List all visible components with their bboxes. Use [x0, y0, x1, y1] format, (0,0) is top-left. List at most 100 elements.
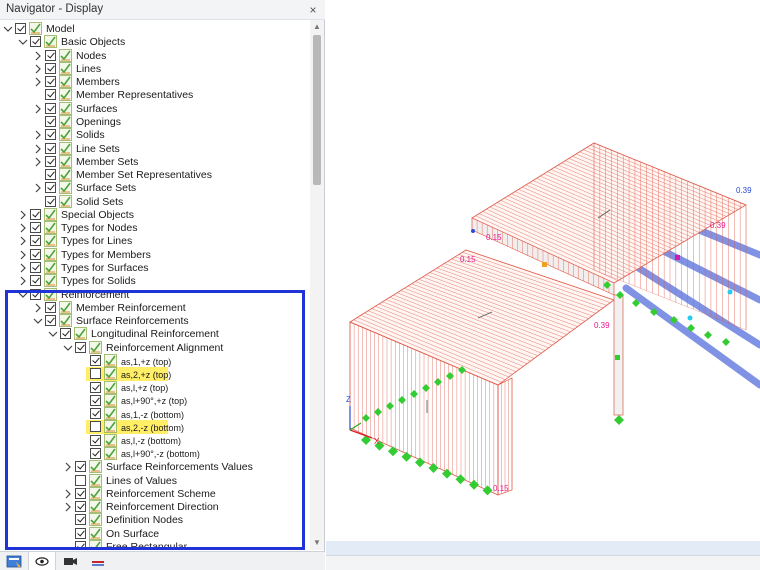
tree-item-definition-nodes[interactable]: Definition Nodes — [0, 513, 310, 527]
chevron-down-icon[interactable] — [63, 343, 73, 353]
checkbox[interactable] — [30, 235, 41, 247]
chevron-down-icon[interactable] — [18, 37, 28, 47]
tree-item-lines-of-values[interactable]: Lines of Values — [0, 473, 310, 488]
chevron-down-icon[interactable] — [33, 316, 43, 326]
tree-item-reinforcement-direction[interactable]: Reinforcement Direction — [0, 500, 310, 514]
tree-item-as-2-z-bottom[interactable]: as,2,-z (bottom) — [0, 420, 310, 435]
checkbox[interactable] — [45, 62, 56, 74]
chevron-right-icon[interactable] — [33, 51, 43, 61]
tree-item-line-sets[interactable]: Line Sets — [0, 141, 310, 156]
model-3d-view[interactable]: 0.39 0.15 0.39 0.15 0.39 0.15 Z X — [326, 0, 760, 570]
tree-item-as-2-z-top[interactable]: as,2,+z (top) — [0, 367, 310, 382]
checkbox[interactable] — [45, 115, 56, 127]
checkbox[interactable] — [75, 474, 86, 486]
checkbox[interactable] — [90, 381, 101, 393]
tab-data[interactable] — [0, 552, 28, 570]
checkbox[interactable] — [30, 275, 41, 287]
chevron-right-icon[interactable] — [18, 263, 28, 273]
tree-item-surfaces[interactable]: Surfaces — [0, 101, 310, 116]
tree-item-basic-objects[interactable]: Basic Objects — [0, 35, 310, 49]
checkbox[interactable] — [30, 262, 41, 274]
checkbox[interactable] — [90, 355, 101, 366]
tree-item-reinforcement-alignment[interactable]: Reinforcement Alignment — [0, 340, 310, 355]
checkbox[interactable] — [90, 368, 101, 380]
chevron-right-icon[interactable] — [33, 144, 43, 154]
chevron-right-icon[interactable] — [33, 104, 43, 114]
checkbox[interactable] — [30, 36, 41, 48]
chevron-right-icon[interactable] — [63, 502, 73, 512]
scroll-up-icon[interactable]: ▲ — [313, 22, 321, 31]
checkbox[interactable] — [45, 182, 56, 194]
checkbox[interactable] — [45, 76, 56, 88]
checkbox[interactable] — [75, 514, 86, 526]
chevron-down-icon[interactable] — [48, 329, 58, 339]
tree-item-as-l-z-top[interactable]: as,l,+z (top) — [0, 380, 310, 395]
checkbox[interactable] — [45, 49, 56, 61]
chevron-right-icon[interactable] — [33, 303, 43, 313]
tree-item-openings[interactable]: Openings — [0, 115, 310, 129]
checkbox[interactable] — [45, 301, 56, 313]
tree-item-nodes[interactable]: Nodes — [0, 48, 310, 63]
checkbox[interactable] — [30, 248, 41, 260]
chevron-right-icon[interactable] — [33, 183, 43, 193]
chevron-right-icon[interactable] — [33, 157, 43, 167]
checkbox[interactable] — [90, 434, 101, 446]
checkbox[interactable] — [75, 501, 86, 513]
close-icon[interactable]: × — [305, 2, 321, 18]
tree-scrollbar[interactable]: ▲ ▼ — [310, 20, 324, 550]
checkbox[interactable] — [45, 315, 56, 327]
checkbox[interactable] — [90, 447, 101, 459]
tree-item-surface-reinforcements[interactable]: Surface Reinforcements — [0, 314, 310, 328]
tree-item-as-l-z-bottom[interactable]: as,l,-z (bottom) — [0, 433, 310, 448]
checkbox[interactable] — [75, 540, 86, 550]
tree-item-lines[interactable]: Lines — [0, 61, 310, 76]
chevron-right-icon[interactable] — [18, 250, 28, 260]
tree-item-members[interactable]: Members — [0, 75, 310, 89]
tree-item-reinforcement[interactable]: Reinforcement — [0, 287, 310, 302]
checkbox[interactable] — [75, 527, 86, 539]
tab-display[interactable] — [28, 552, 56, 570]
tree-item-as-l-90-z-top[interactable]: as,l+90°,+z (top) — [0, 393, 310, 408]
checkbox[interactable] — [90, 408, 101, 420]
checkbox[interactable] — [30, 222, 41, 234]
tree-item-member-sets[interactable]: Member Sets — [0, 154, 310, 169]
checkbox[interactable] — [45, 195, 56, 207]
chevron-right-icon[interactable] — [18, 236, 28, 246]
tree-item-reinforcement-scheme[interactable]: Reinforcement Scheme — [0, 486, 310, 501]
chevron-right-icon[interactable] — [33, 130, 43, 140]
tree-item-solids[interactable]: Solids — [0, 128, 310, 142]
scroll-down-icon[interactable]: ▼ — [313, 538, 321, 547]
checkbox[interactable] — [15, 23, 26, 34]
tree-item-longitudinal-reinforcement[interactable]: Longitudinal Reinforcement — [0, 327, 310, 341]
chevron-right-icon[interactable] — [33, 64, 43, 74]
checkbox[interactable] — [60, 328, 71, 340]
chevron-right-icon[interactable] — [18, 223, 28, 233]
tree-item-member-set-representatives[interactable]: Member Set Representatives — [0, 168, 310, 182]
chevron-down-icon[interactable] — [18, 290, 28, 300]
checkbox[interactable] — [90, 421, 101, 433]
tree-item-free-rectangular[interactable]: Free Rectangular — [0, 540, 310, 550]
checkbox[interactable] — [45, 169, 56, 181]
tree-item-as-l-90-z-bottom[interactable]: as,l+90°,-z (bottom) — [0, 447, 310, 461]
tree-item-surface-reinforcements-values[interactable]: Surface Reinforcements Values — [0, 460, 310, 474]
chevron-right-icon[interactable] — [18, 276, 28, 286]
model-render[interactable]: 0.39 0.15 0.39 0.15 0.39 0.15 Z X — [326, 0, 760, 540]
checkbox[interactable] — [75, 461, 86, 473]
checkbox[interactable] — [45, 155, 56, 167]
scroll-thumb[interactable] — [313, 35, 321, 185]
chevron-down-icon[interactable] — [3, 24, 13, 34]
checkbox[interactable] — [75, 487, 86, 499]
checkbox[interactable] — [30, 208, 41, 220]
checkbox[interactable] — [90, 394, 101, 406]
checkbox[interactable] — [45, 142, 56, 154]
chevron-right-icon[interactable] — [18, 210, 28, 220]
checkbox[interactable] — [45, 129, 56, 141]
checkbox[interactable] — [30, 288, 41, 300]
chevron-right-icon[interactable] — [63, 462, 73, 472]
tab-results[interactable] — [84, 552, 112, 570]
tab-views[interactable] — [56, 552, 84, 570]
chevron-right-icon[interactable] — [33, 77, 43, 87]
tree-item-surface-sets[interactable]: Surface Sets — [0, 181, 310, 195]
checkbox[interactable] — [45, 89, 56, 101]
tree-item-member-reinforcement[interactable]: Member Reinforcement — [0, 300, 310, 315]
